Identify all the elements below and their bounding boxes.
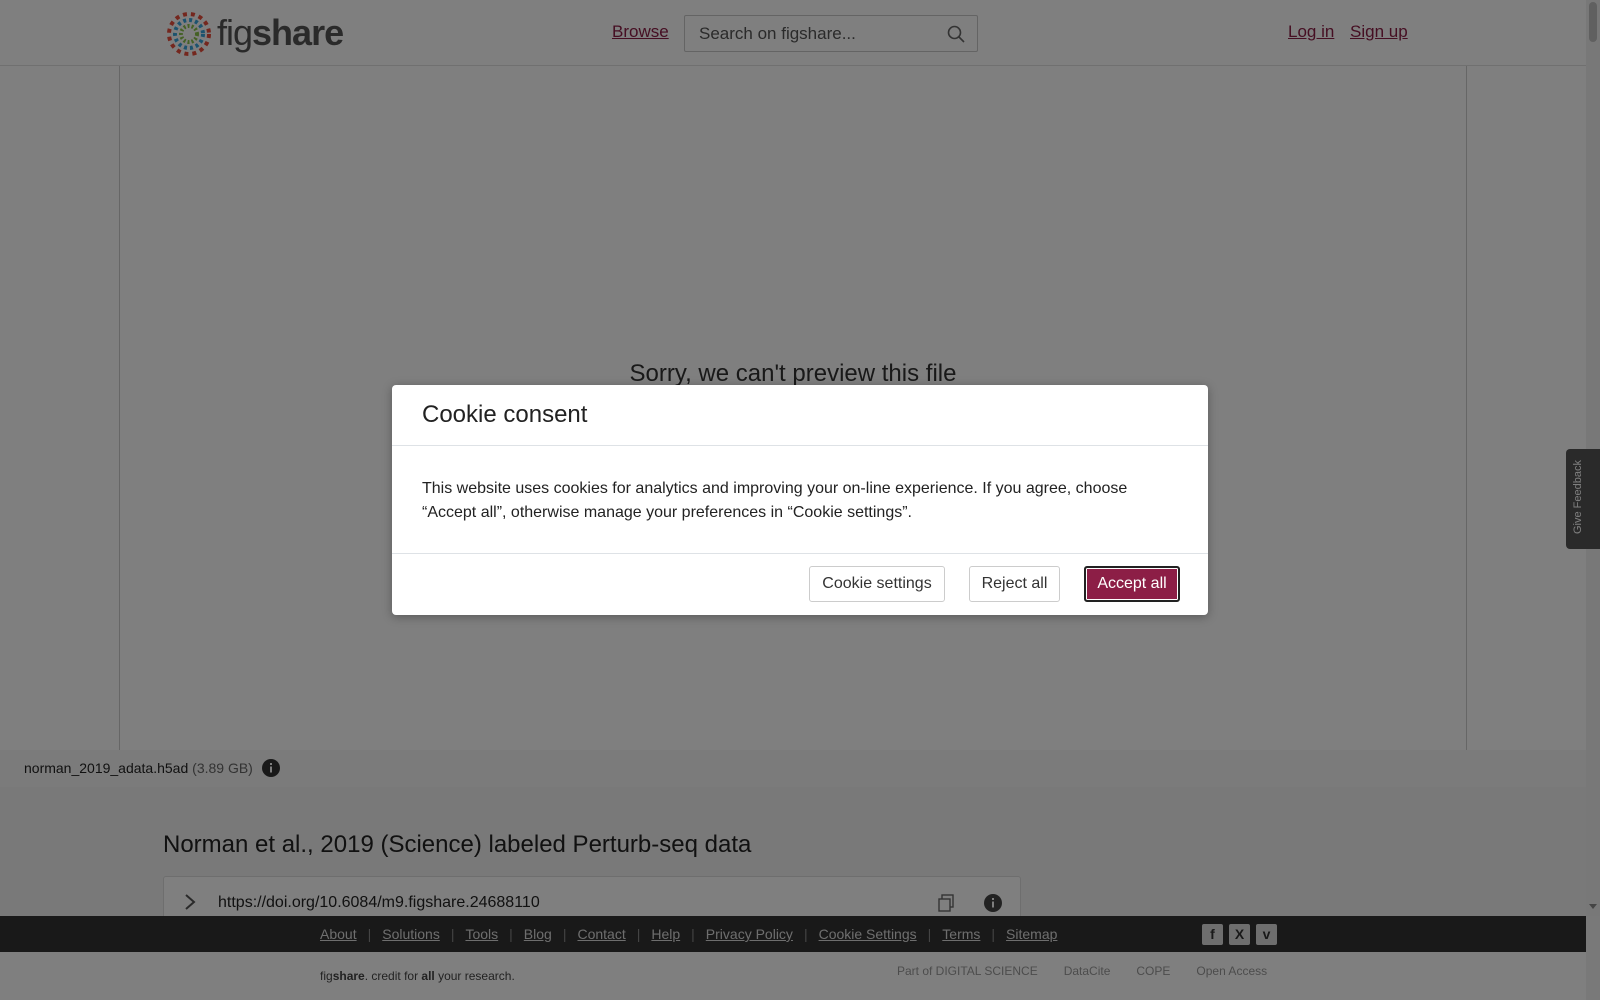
cookie-dialog-title: Cookie consent — [422, 401, 588, 428]
accept-all-button[interactable]: Accept all — [1084, 566, 1180, 602]
cookie-dialog-header: Cookie consent — [392, 385, 1208, 446]
cookie-dialog-footer: Cookie settings Reject all Accept all — [392, 554, 1208, 614]
reject-all-button[interactable]: Reject all — [969, 566, 1060, 602]
cookie-consent-dialog: Cookie consent This website uses cookies… — [392, 385, 1208, 615]
cookie-dialog-body: This website uses cookies for analytics … — [392, 446, 1208, 554]
cookie-settings-button[interactable]: Cookie settings — [809, 566, 945, 602]
